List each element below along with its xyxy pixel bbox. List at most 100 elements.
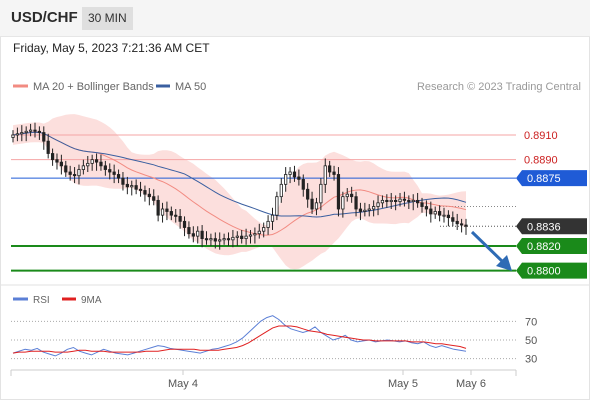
candle-body [94, 159, 99, 163]
candle-body [15, 133, 20, 136]
candle-body [459, 223, 464, 226]
candle-body [358, 208, 363, 212]
candle-body [169, 211, 173, 216]
candle-body [420, 202, 424, 207]
candle-body [310, 198, 314, 210]
candle-body [24, 130, 28, 133]
candle-body [376, 202, 380, 207]
candle-body [64, 165, 68, 173]
candle-body [262, 227, 266, 232]
x-axis-label: May 6 [456, 378, 486, 390]
candle-body [174, 214, 178, 217]
candle-body [380, 199, 385, 204]
rsi-tick-50: 50 [525, 335, 537, 347]
candle-body [213, 238, 217, 242]
candle-body [130, 185, 134, 188]
x-axis-label: May 5 [388, 378, 418, 390]
candle-body [138, 188, 143, 191]
candle-body [99, 161, 103, 167]
candle-body [442, 214, 446, 217]
candle-body [385, 199, 389, 203]
candle-body [455, 220, 459, 225]
ma20-legend-label: MA 20 + Bollinger Bands [33, 81, 154, 93]
candle-body [253, 233, 257, 236]
candle-body [191, 233, 195, 237]
candle-body [112, 171, 116, 175]
candle-body [394, 199, 398, 203]
candle-body [328, 165, 332, 173]
level-label-0.8820: 0.8820 [527, 241, 561, 253]
level-label-0.8836: 0.8836 [527, 221, 561, 233]
candle-body [28, 129, 33, 132]
candle-body [226, 238, 231, 241]
candle-body [402, 198, 407, 201]
rsi-legend-label: RSI [33, 295, 50, 306]
candle-body [332, 171, 336, 175]
candle-body [372, 206, 376, 210]
candle-body [301, 178, 305, 190]
candle-body [90, 159, 94, 164]
candle-body [42, 132, 46, 142]
candle-body [446, 214, 451, 219]
candle-body [407, 199, 411, 203]
candle-body [116, 174, 121, 179]
candle-body [182, 220, 187, 228]
candle-body [257, 230, 261, 235]
level-label-0.8800: 0.8800 [527, 266, 561, 278]
candle-body [244, 235, 248, 239]
candle-body [143, 190, 147, 195]
candle-body [156, 199, 160, 216]
candle-body [451, 217, 455, 222]
candle-body [363, 209, 367, 212]
candle-body [275, 196, 279, 216]
candle-body [77, 169, 81, 177]
candle-body [108, 169, 112, 173]
candle-body [204, 238, 209, 241]
price-chart: MA 20 + Bollinger Bands MA 50 Research © 2… [1, 81, 589, 390]
candle-body [367, 208, 371, 211]
candle-body [196, 230, 200, 237]
rsi-tick-30: 30 [525, 354, 537, 366]
candle-body [266, 220, 270, 228]
candle-body [306, 188, 310, 200]
candle-body [288, 171, 292, 175]
candle-body [231, 236, 235, 241]
candle-body [147, 193, 151, 198]
candle-body [46, 140, 50, 154]
candle-body [125, 183, 129, 188]
candle-body [11, 134, 15, 138]
candle-body [200, 230, 204, 239]
candle-body [424, 206, 429, 210]
candle-body [72, 174, 77, 177]
candle-body [68, 171, 72, 175]
candle-body [121, 177, 125, 185]
candle-body [336, 174, 341, 210]
candle-body [350, 193, 354, 198]
level-label-0.8910: 0.8910 [524, 130, 558, 142]
candle-body [86, 162, 90, 167]
x-axis-label: May 4 [168, 378, 198, 390]
candle-body [37, 130, 41, 133]
candle-body [240, 235, 244, 239]
candle-body [345, 193, 349, 198]
forecast-arrow-shaft [470, 230, 507, 266]
candle-body [270, 214, 275, 222]
candle-body [50, 153, 55, 161]
candle-body [341, 196, 345, 210]
candle-body [319, 183, 323, 204]
candle-body [297, 176, 301, 180]
candle-body [438, 211, 442, 216]
candle-body [354, 196, 358, 210]
rsi-tick-70: 70 [525, 316, 537, 328]
credit-label: Research © 2023 Trading Central [417, 81, 581, 93]
candle-body [178, 215, 182, 222]
candle-body [248, 234, 253, 237]
candle-body [433, 211, 437, 215]
level-label-0.8875: 0.8875 [527, 173, 561, 185]
candle-body [464, 224, 468, 227]
candle-body [209, 238, 213, 241]
candle-body [314, 202, 319, 210]
candle-body [134, 185, 138, 190]
candle-body [165, 208, 169, 212]
candle-body [55, 159, 59, 163]
